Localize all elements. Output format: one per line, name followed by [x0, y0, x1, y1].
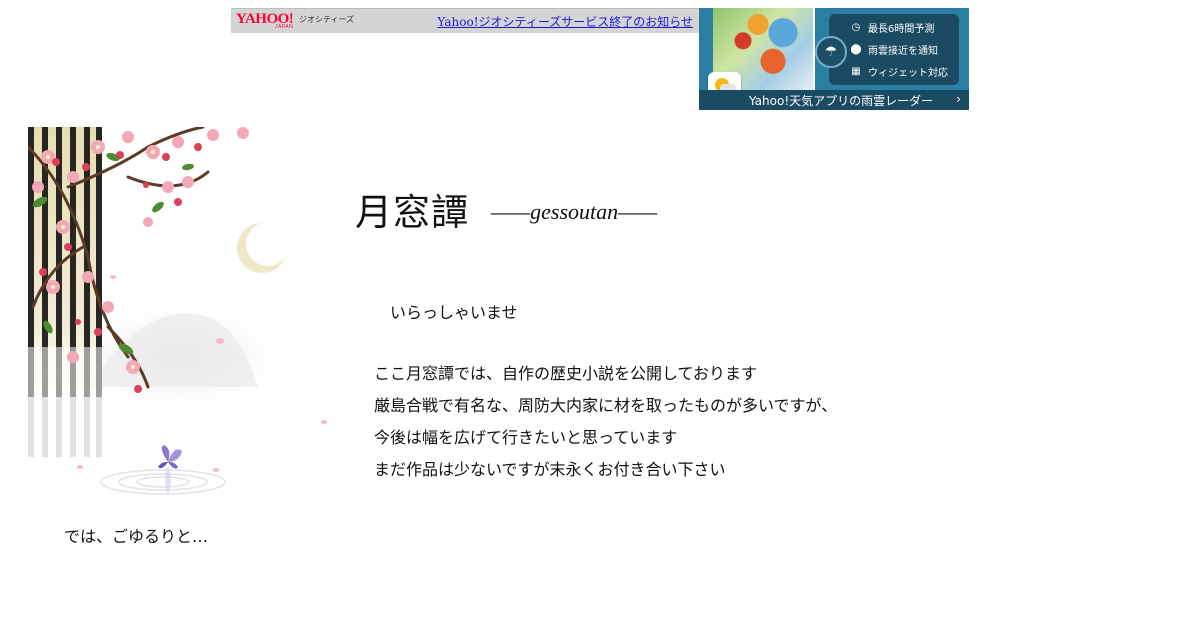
water-ripples	[100, 469, 226, 495]
intro-line: まだ作品は少ないですが末永くお付き合い下さい	[374, 460, 726, 479]
plum-blossom-window-illustration	[28, 127, 327, 495]
weather-app-ad-banner[interactable]: YAHOO! ◷ 最長6時間予測 ⬤ 雨雲接近を通知 ▦ ウィジェット対応 ☂ …	[699, 8, 969, 110]
geocities-service-name: ジオシティーズ	[299, 15, 355, 24]
intro-paragraph: ここ月窓譚では、自作の歴史小説を公開しております 厳島合戦で有名な、周防大内家に…	[374, 362, 837, 490]
clock-icon: ◷	[851, 21, 861, 33]
service-end-notice-link[interactable]: Yahoo!ジオシティーズサービス終了のお知らせ	[437, 13, 693, 30]
yahoo-japan-label: JAPAN	[275, 24, 294, 30]
ad-feature-item: ▦ ウィジェット対応	[849, 61, 948, 81]
moon-icon	[237, 222, 290, 273]
ad-footer[interactable]: Yahoo!天気アプリの雨雲レーダー ›	[699, 90, 969, 110]
chevron-right-icon: ›	[956, 92, 961, 106]
ad-feature-list: ◷ 最長6時間予測 ⬤ 雨雲接近を通知 ▦ ウィジェット対応	[829, 14, 959, 85]
ad-feature-item: ⬤ 雨雲接近を通知	[849, 39, 938, 59]
ad-feature-label: ウィジェット対応	[868, 67, 948, 79]
rain-cloud-icon: ☂	[815, 36, 847, 68]
site-title: 月窓譚	[355, 191, 469, 234]
welcome-message: いらっしゃいませ	[390, 303, 518, 322]
geocities-header-bar: YAHOO! JAPAN ジオシティーズ Yahoo!ジオシティーズサービス終了…	[231, 8, 699, 33]
intro-line: ここ月窓譚では、自作の歴史小説を公開しております	[374, 364, 758, 383]
widget-icon: ▦	[851, 65, 861, 77]
farewell-message: では、ごゆるりと…	[64, 527, 209, 546]
intro-line: 今後は幅を広げて行きたいと思っています	[374, 428, 678, 447]
intro-line: 厳島合戦で有名な、周防大内家に材を取ったものが多いですが、	[374, 396, 838, 415]
ad-feature-label: 最長6時間予測	[868, 23, 935, 35]
ad-footer-text: Yahoo!天気アプリの雨雲レーダー	[749, 94, 934, 108]
site-subtitle: ——gessoutan——	[491, 199, 658, 224]
ad-feature-label: 雨雲接近を通知	[868, 45, 938, 57]
ad-feature-item: ◷ 最長6時間予測	[849, 17, 935, 37]
location-pin-icon: ⬤	[850, 43, 862, 55]
